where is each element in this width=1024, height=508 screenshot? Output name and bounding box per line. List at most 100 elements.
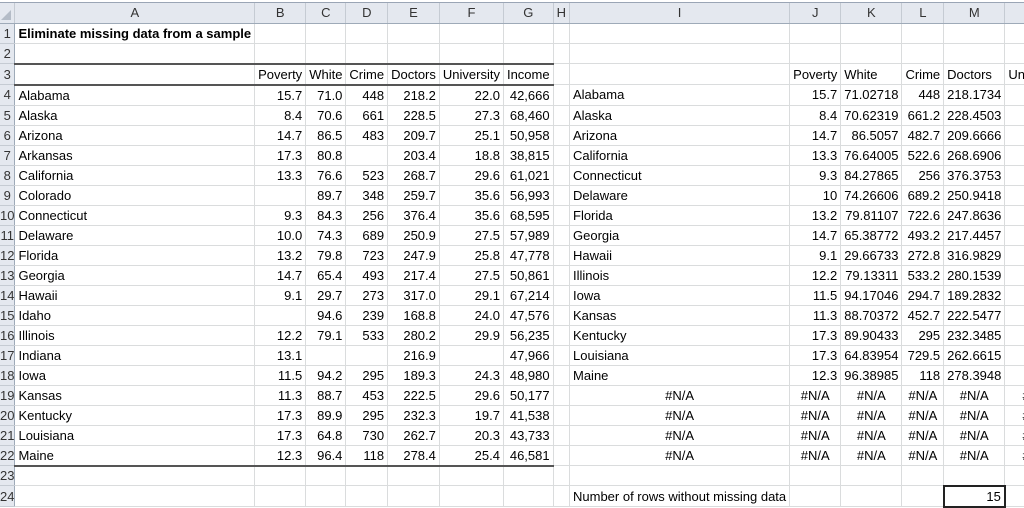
cell[interactable] [553, 465, 571, 486]
right-data-cell[interactable]: 64.83954 [840, 345, 903, 366]
right-header-cell[interactable]: White [840, 63, 903, 85]
cell[interactable] [553, 205, 571, 226]
cell[interactable] [901, 485, 945, 507]
right-data-cell[interactable]: Alaska [569, 105, 791, 126]
left-data-cell[interactable]: 18.8 [439, 145, 504, 166]
right-data-cell[interactable]: 316.9829 [943, 245, 1006, 266]
left-data-cell[interactable]: Hawaii [14, 285, 256, 306]
left-data-cell[interactable]: 209.7 [387, 125, 440, 146]
right-data-cell[interactable]: 482.7 [901, 125, 945, 146]
cell[interactable] [901, 465, 945, 486]
right-data-cell[interactable]: #N/A [789, 425, 842, 446]
right-data-cell[interactable]: 533.2 [901, 265, 945, 286]
cell[interactable] [943, 43, 1006, 64]
left-data-cell[interactable]: 15.7 [254, 84, 307, 106]
cell[interactable] [1004, 43, 1024, 64]
row-header[interactable]: 3 [0, 63, 16, 85]
right-data-cell[interactable]: 20.3 [1004, 345, 1024, 366]
left-data-cell[interactable]: Indiana [14, 345, 256, 366]
cell[interactable] [789, 23, 842, 44]
left-data-cell[interactable]: 723 [345, 245, 389, 266]
column-header-d[interactable]: D [345, 3, 389, 24]
left-data-cell[interactable]: 70.6 [305, 105, 347, 126]
left-data-cell[interactable]: 24.0 [439, 305, 504, 326]
left-data-cell[interactable]: 19.7 [439, 405, 504, 426]
left-data-cell[interactable]: 317.0 [387, 285, 440, 306]
cell[interactable] [553, 125, 571, 146]
row-header[interactable]: 22 [0, 445, 16, 466]
right-data-cell[interactable]: #N/A [789, 385, 842, 406]
left-header-cell[interactable] [14, 62, 256, 86]
left-data-cell[interactable]: 493 [345, 265, 389, 286]
left-data-cell[interactable]: 278.4 [387, 445, 440, 467]
right-data-cell[interactable]: #N/A [840, 385, 903, 406]
left-data-cell[interactable]: 24.3 [439, 365, 504, 386]
left-data-cell[interactable]: 57,989 [503, 225, 554, 246]
right-data-cell[interactable]: 25.4 [1004, 365, 1024, 386]
right-data-cell[interactable]: 11.3 [789, 305, 842, 326]
left-data-cell[interactable]: 9.3 [254, 205, 307, 226]
right-data-cell[interactable]: #N/A [789, 405, 842, 426]
right-data-cell[interactable]: 12.2 [789, 265, 842, 286]
cell[interactable] [553, 285, 571, 306]
left-data-cell[interactable]: Idaho [14, 305, 256, 326]
left-data-cell[interactable]: 56,235 [503, 325, 554, 346]
left-data-cell[interactable]: 118 [345, 445, 389, 467]
cell[interactable] [553, 385, 571, 406]
left-data-cell[interactable]: 9.1 [254, 285, 307, 306]
left-data-cell[interactable]: 216.9 [387, 345, 440, 366]
cell[interactable] [305, 465, 347, 486]
right-data-cell[interactable]: 452.7 [901, 305, 945, 326]
cell[interactable] [254, 23, 307, 44]
column-header-e[interactable]: E [387, 3, 440, 24]
right-data-cell[interactable]: 9.3 [789, 165, 842, 186]
left-data-cell[interactable]: 11.3 [254, 385, 307, 406]
left-data-cell[interactable]: Arizona [14, 125, 256, 146]
right-data-cell[interactable]: California [569, 145, 791, 166]
left-data-cell[interactable]: 29.7 [305, 285, 347, 306]
left-data-cell[interactable]: Delaware [14, 225, 256, 246]
left-data-cell[interactable]: 25.8 [439, 245, 504, 266]
column-header-f[interactable]: F [439, 3, 504, 24]
left-data-cell[interactable]: 79.8 [305, 245, 347, 266]
left-data-cell[interactable]: 25.4 [439, 445, 504, 467]
left-data-cell[interactable]: 38,815 [503, 145, 554, 166]
left-data-cell[interactable]: Georgia [14, 265, 256, 286]
cell[interactable] [305, 23, 347, 44]
left-data-cell[interactable]: 96.4 [305, 445, 347, 467]
left-data-cell[interactable]: 50,177 [503, 385, 554, 406]
left-data-cell[interactable]: 46,581 [503, 445, 554, 467]
right-data-cell[interactable]: 29.66733 [840, 245, 903, 266]
row-header[interactable]: 5 [0, 105, 16, 126]
left-data-cell[interactable]: Connecticut [14, 205, 256, 226]
row-header[interactable]: 7 [0, 145, 16, 166]
left-data-cell[interactable]: 13.2 [254, 245, 307, 266]
cell[interactable] [840, 43, 903, 64]
left-data-cell[interactable] [439, 345, 504, 366]
row-header[interactable]: 15 [0, 305, 16, 326]
left-data-cell[interactable]: 168.8 [387, 305, 440, 326]
left-data-cell[interactable]: Iowa [14, 365, 256, 386]
right-data-cell[interactable]: 19.7 [1004, 325, 1024, 346]
left-data-cell[interactable]: 80.8 [305, 145, 347, 166]
column-header-j[interactable]: J [789, 3, 842, 24]
left-data-cell[interactable]: 17.3 [254, 405, 307, 426]
left-header-cell[interactable]: Income [503, 62, 554, 86]
left-data-cell[interactable]: 50,861 [503, 265, 554, 286]
left-data-cell[interactable] [345, 145, 389, 166]
left-data-cell[interactable]: 68,460 [503, 105, 554, 126]
right-header-cell[interactable]: Crime [901, 63, 945, 85]
cell[interactable] [439, 23, 504, 44]
left-data-cell[interactable]: 12.2 [254, 325, 307, 346]
right-data-cell[interactable]: #N/A [901, 385, 945, 406]
cell[interactable] [14, 43, 256, 64]
cell[interactable] [553, 445, 571, 466]
left-data-cell[interactable]: 17.3 [254, 425, 307, 446]
column-header-c[interactable]: C [305, 3, 347, 24]
cell[interactable] [254, 43, 307, 64]
cell[interactable] [553, 185, 571, 206]
right-data-cell[interactable]: 689.2 [901, 185, 945, 206]
right-data-cell[interactable]: Kentucky [569, 325, 791, 346]
column-header-l[interactable]: L [901, 3, 945, 24]
cell[interactable] [553, 345, 571, 366]
